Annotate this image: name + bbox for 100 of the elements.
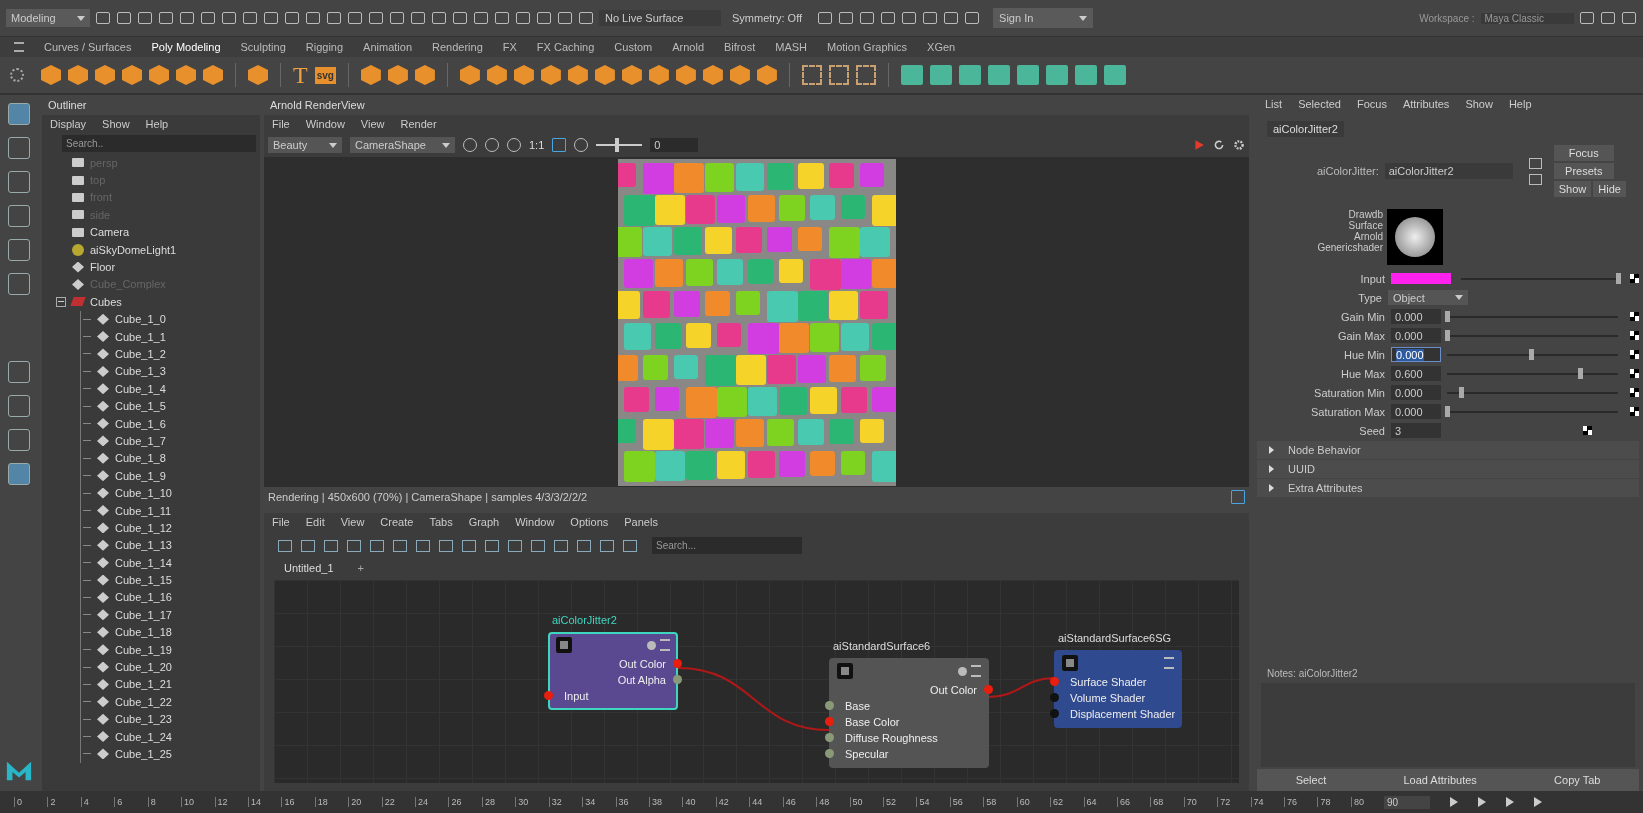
outliner-item[interactable]: Cube_1_12 [115,521,172,534]
port-dot[interactable] [673,675,682,684]
outliner-item[interactable]: Cube_1_7 [115,434,166,447]
color-swatch[interactable] [1391,273,1451,284]
polygon-tool-icon[interactable] [149,65,169,85]
outliner-item[interactable]: Floor [90,261,116,274]
section-header[interactable]: Node Behavior [1257,441,1639,459]
menu-item[interactable]: Selected [1298,98,1341,110]
outliner-item[interactable]: Cube_1_23 [115,713,172,726]
shelf-tab[interactable]: Arnold [672,41,705,53]
graph-tab[interactable]: Untitled_1 [284,562,334,574]
polygon-tool-icon[interactable] [122,65,142,85]
shelf-tab[interactable]: XGen [927,41,956,53]
shelf-tab[interactable]: Custom [614,41,653,53]
outliner-item[interactable]: Cube_1_20 [115,661,172,673]
polygon-tool-icon[interactable] [756,65,777,85]
polygon-tool-icon[interactable] [248,65,268,85]
value-field[interactable]: 0.600 [1391,366,1441,381]
outliner-item[interactable]: aiSkyDomeLight1 [90,243,177,256]
shelf-tab[interactable]: Curves / Surfaces [44,41,132,53]
outliner-item[interactable]: Cube_1_4 [115,382,166,395]
outliner-item[interactable]: Cube_1_5 [115,400,166,413]
port-dot[interactable] [825,717,834,726]
port-dot[interactable] [825,733,834,742]
outliner-item[interactable]: Camera [90,226,130,239]
outliner-item[interactable]: Cube_1_8 [115,452,166,465]
slider-thumb[interactable] [1445,310,1450,322]
menu-item[interactable]: File [272,118,290,130]
outliner-item[interactable]: Cube_1_13 [115,539,172,552]
symmetry-dropdown[interactable]: Symmetry: Off [726,12,813,24]
menu-item[interactable]: Graph [468,516,500,528]
polygon-tool-icon[interactable] [387,65,408,85]
outliner-item[interactable]: Cubes [90,295,122,308]
playback-icon[interactable] [1478,797,1486,807]
slider-thumb[interactable] [1445,329,1450,341]
shelf-tab[interactable]: FX Caching [536,41,595,53]
add-tab-button[interactable]: + [357,562,364,574]
polygon-tool-icon[interactable] [203,65,223,85]
polygon-tool-icon[interactable] [486,65,507,85]
outliner-item[interactable]: Cube_1_3 [115,365,166,378]
shelf-tab[interactable]: Poly Modeling [151,41,221,53]
text-tool[interactable]: T [293,61,308,89]
node-tab[interactable]: aiColorJitter2 [1267,121,1344,137]
outliner-item[interactable]: Cube_1_25 [115,747,172,760]
outliner-item[interactable]: Cube_1_24 [115,730,172,743]
menu-item[interactable]: Edit [305,516,325,528]
polygon-tool-icon[interactable] [513,65,534,85]
map-button-icon[interactable] [1583,426,1592,435]
frame-icon[interactable] [1231,490,1245,504]
polygon-tool-icon[interactable] [729,65,750,85]
outliner-item[interactable]: Cube_1_16 [115,591,172,604]
polygon-tool-icon[interactable] [594,65,615,85]
menu-item[interactable]: File [272,516,290,528]
polygon-tool-icon[interactable] [95,65,115,85]
port-dot[interactable] [1050,677,1059,686]
port-dot[interactable] [1050,709,1059,718]
value-field[interactable]: 0.000 [1391,404,1441,419]
polygon-tool-icon[interactable] [567,65,588,85]
menu-item[interactable]: Show [1465,98,1493,110]
menu-item[interactable]: Help [1508,98,1532,110]
slider-thumb[interactable] [1578,367,1584,379]
outliner-item[interactable]: Cube_1_22 [115,695,172,708]
sign-in-dropdown[interactable]: Sign In [993,8,1094,28]
menu-item[interactable]: Render [400,118,437,130]
map-button-icon[interactable] [1630,331,1639,340]
slider-thumb[interactable] [615,138,619,152]
map-button-icon[interactable] [1630,350,1639,359]
menu-item[interactable]: Display [50,118,87,130]
map-button-icon[interactable] [1630,407,1639,416]
outliner-item[interactable]: Cube_1_19 [115,643,172,656]
map-button-icon[interactable] [1630,369,1639,378]
collapse-toggle[interactable] [56,296,66,307]
polygon-tool-icon[interactable] [621,65,642,85]
outliner-item[interactable]: Cube_1_14 [115,556,172,569]
frame-icon[interactable] [552,138,567,152]
polygon-tool-icon[interactable] [540,65,561,85]
settings-icon[interactable] [10,68,24,82]
value-field[interactable]: 0.000 [1391,328,1441,343]
focus-button[interactable]: Focus [1553,145,1614,161]
shelf-tab[interactable]: FX [502,41,517,53]
current-frame-field[interactable]: 90 [1384,795,1430,809]
type-dropdown[interactable]: Object [1388,290,1468,305]
outliner-item[interactable]: Cube_1_6 [115,417,166,430]
menu-item[interactable]: Create [380,516,414,528]
polygon-tool-icon[interactable] [68,65,88,85]
section-header[interactable]: UUID [1257,460,1639,478]
playback-icon[interactable] [1506,797,1514,807]
exposure-field[interactable]: 0 [650,138,699,152]
menu-item[interactable]: Help [145,118,169,130]
menu-item[interactable]: Window [515,516,555,528]
value-field[interactable]: 3 [1391,423,1441,438]
outliner-item[interactable]: Cube_1_9 [115,469,166,482]
shelf-tab[interactable]: MASH [775,41,807,53]
outliner-item[interactable]: Cube_1_0 [115,313,166,326]
menu-item[interactable]: Options [570,516,609,528]
slider-thumb[interactable] [1528,348,1534,360]
slider-thumb[interactable] [1445,405,1450,417]
map-button-icon[interactable] [1630,274,1639,283]
playback-icon[interactable] [1450,797,1458,807]
search-field[interactable]: Search... [652,537,802,554]
